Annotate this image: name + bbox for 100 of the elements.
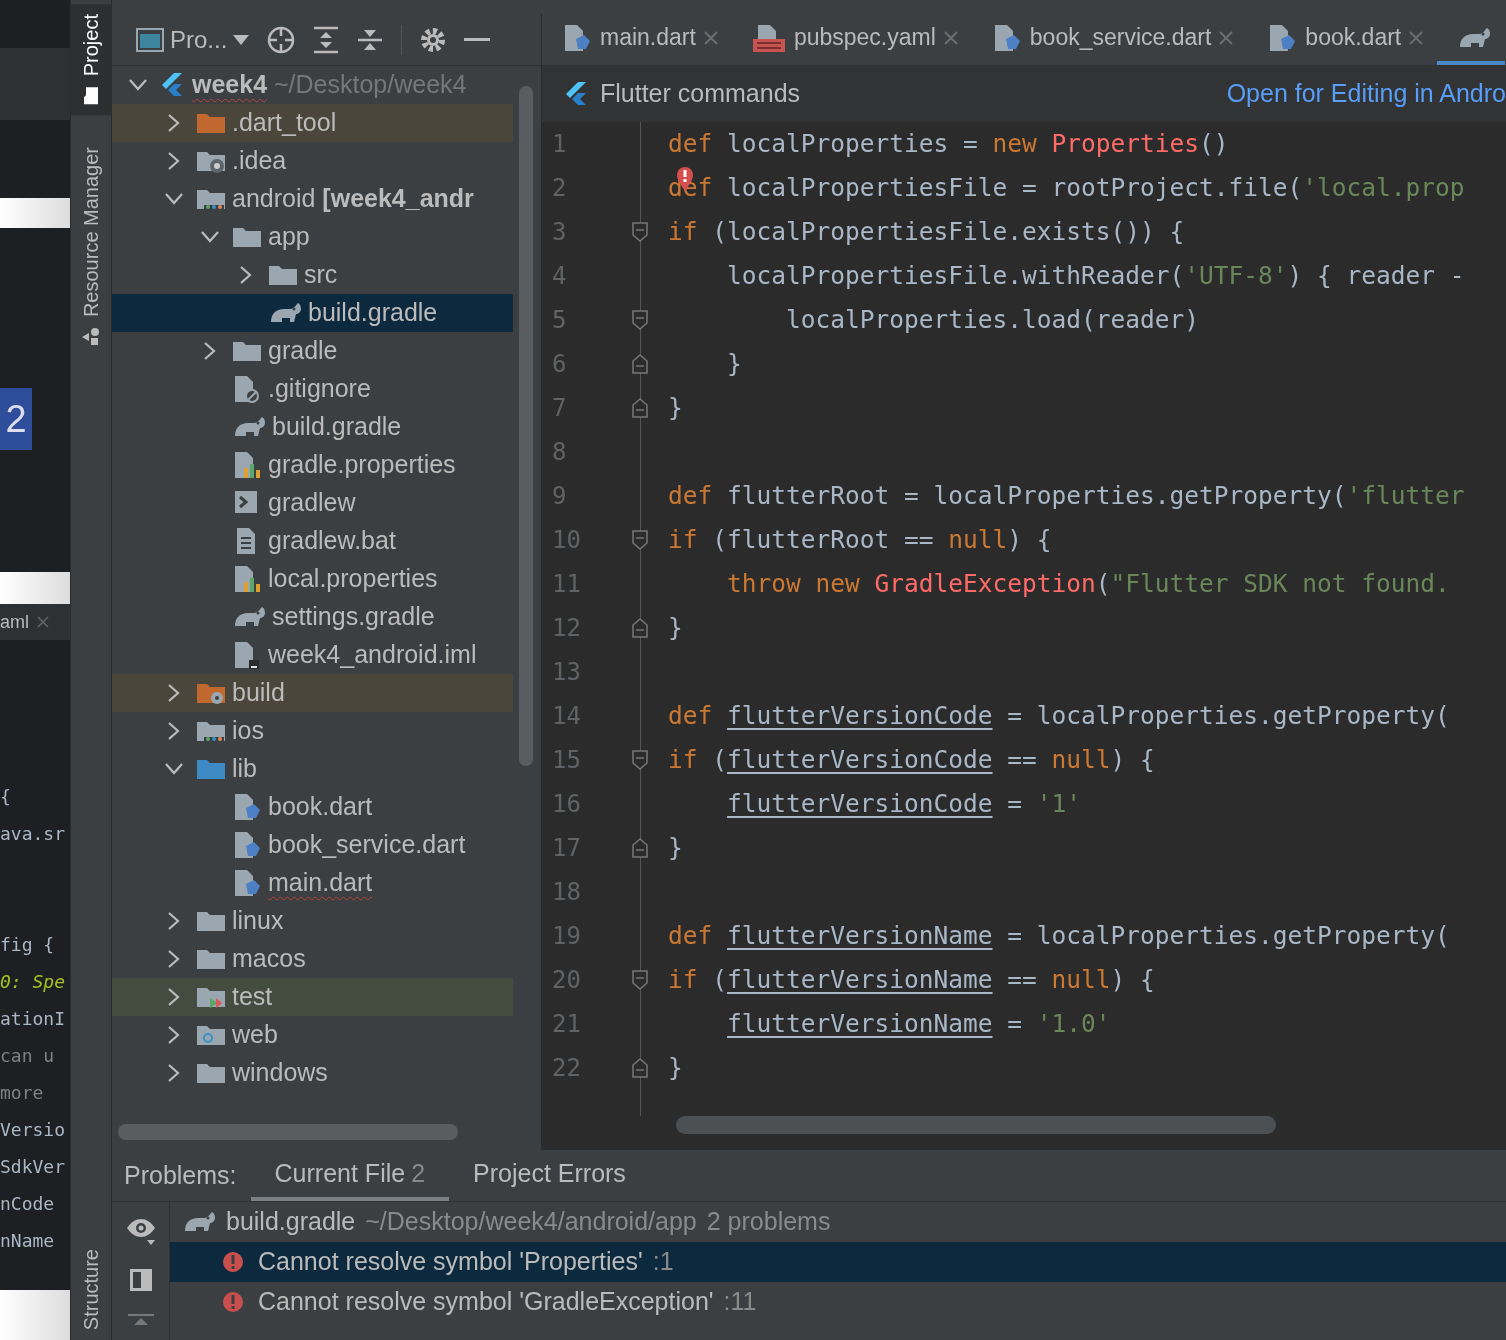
fold-marker-icon[interactable] xyxy=(632,354,648,374)
tree-item[interactable]: src xyxy=(112,256,513,294)
tool-window-tab[interactable]: Project xyxy=(71,4,111,116)
tree-item[interactable]: week4_android.iml xyxy=(112,636,513,674)
tree-item[interactable]: settings.gradle xyxy=(112,598,513,636)
window-edge xyxy=(0,198,70,228)
tree-item[interactable]: .dart_tool xyxy=(112,104,513,142)
tree-item[interactable]: linux xyxy=(112,902,513,940)
code-line: { xyxy=(0,785,12,809)
expand-all-icon xyxy=(313,25,340,54)
minimize-icon xyxy=(464,37,491,42)
fold-marker-icon[interactable] xyxy=(632,838,648,858)
close-icon xyxy=(1409,30,1424,45)
editor-tab[interactable]: aml xyxy=(0,604,70,640)
scrollbar[interactable] xyxy=(676,1116,1276,1134)
fold-marker-icon[interactable] xyxy=(632,222,648,242)
line-number: 6 xyxy=(551,349,568,380)
problem-item[interactable]: Cannot resolve symbol 'GradleException' :11 xyxy=(170,1282,1506,1322)
properties-file-icon xyxy=(232,564,262,594)
open-editor-link[interactable]: Open for Editing in Andro xyxy=(1226,75,1506,113)
caret-icon xyxy=(233,34,250,45)
code-line: localProperties.load(reader) xyxy=(785,303,1199,336)
tree-item[interactable]: local.properties xyxy=(112,560,513,598)
tool-window-tab[interactable]: Structure xyxy=(71,1238,111,1340)
dart-file-icon xyxy=(562,22,592,53)
line-number: 7 xyxy=(551,393,568,424)
editor-tab[interactable]: pubspec.yaml xyxy=(731,14,972,65)
fold-marker-icon[interactable] xyxy=(632,530,648,550)
tree-item[interactable]: macos xyxy=(112,940,513,978)
tree-item[interactable]: build.gradle xyxy=(112,408,513,446)
tree-item[interactable]: .idea xyxy=(112,142,513,180)
panel-title: Problems: xyxy=(123,1159,238,1191)
code-line: localPropertiesFile.withReader('UTF-8') { reader - xyxy=(726,259,1465,292)
problem-count: 2 problems xyxy=(706,1206,831,1238)
tree-item[interactable]: web xyxy=(112,1016,513,1054)
crosshair-icon xyxy=(267,25,296,54)
tree-item[interactable]: book.dart xyxy=(112,788,513,826)
tree-item[interactable]: test xyxy=(112,978,513,1016)
line-number: 2 xyxy=(551,173,568,204)
folder-icon xyxy=(81,86,101,106)
tree-item[interactable]: gradle xyxy=(112,332,513,370)
settings-icon xyxy=(420,26,447,53)
line-number: 20 xyxy=(551,965,582,996)
tree-item[interactable]: app xyxy=(112,218,513,256)
scrollbar[interactable] xyxy=(118,1124,458,1140)
module-file-icon xyxy=(232,640,262,670)
tool-window-tab[interactable]: Resource Manager xyxy=(71,137,111,357)
line-number: 3 xyxy=(551,217,568,248)
problem-file-row[interactable]: build.gradle ~/Desktop/week4/android/app 2 problems xyxy=(170,1202,1506,1242)
problems-tab[interactable]: Project Errors xyxy=(449,1150,650,1201)
tree-item[interactable]: gradle.properties xyxy=(112,446,513,484)
code-line: def flutterRoot = localProperties.getProperty('flutter xyxy=(667,479,1465,512)
tree-item[interactable]: lib xyxy=(112,750,513,788)
problem-item[interactable]: Cannot resolve symbol 'Properties' :1 xyxy=(170,1242,1506,1282)
line-number: 16 xyxy=(551,789,582,820)
view-selector[interactable]: Pro... xyxy=(136,21,250,58)
problems-tab[interactable]: Current File 2 xyxy=(250,1150,450,1201)
code-line: throw new GradleException("Flutter SDK not found. xyxy=(726,567,1450,600)
error-icon xyxy=(222,1291,244,1313)
eye-icon xyxy=(124,1216,157,1246)
tree-item[interactable]: android [week4_andr xyxy=(112,180,513,218)
window-edge xyxy=(0,1290,70,1340)
dart-file-icon xyxy=(232,830,262,860)
collapse-icon xyxy=(127,1314,154,1326)
editor-tab[interactable]: book.dart xyxy=(1247,14,1438,65)
editor-tab[interactable]: main.dart xyxy=(542,14,732,65)
fold-marker-icon[interactable] xyxy=(632,618,648,638)
fold-marker-icon[interactable] xyxy=(632,398,648,418)
tree-item[interactable]: main.dart xyxy=(112,864,513,902)
tree-item[interactable]: gradlew.bat xyxy=(112,522,513,560)
editor-tab[interactable]: book_service.dart xyxy=(971,14,1248,65)
line-number: 13 xyxy=(551,657,582,688)
code-line: if (localPropertiesFile.exists()) { xyxy=(667,215,1185,248)
code-line: } xyxy=(726,347,742,380)
number-badge: 2 xyxy=(0,388,32,450)
tree-item[interactable]: windows xyxy=(112,1054,513,1092)
tree-item[interactable]: ios xyxy=(112,712,513,750)
tree-item[interactable]: build.gradle xyxy=(112,294,513,332)
code-line: if (flutterRoot == null) { xyxy=(667,523,1052,556)
fold-marker-icon[interactable] xyxy=(632,1058,648,1078)
tree-item[interactable]: book_service.dart xyxy=(112,826,513,864)
code-line: more xyxy=(0,1081,45,1105)
code-line: ationI xyxy=(0,1007,67,1031)
code-line: can u xyxy=(0,1044,56,1068)
code-line: nName xyxy=(0,1229,56,1253)
fold-marker-icon[interactable] xyxy=(632,310,648,330)
code-line: flutterVersionCode = '1' xyxy=(726,787,1082,820)
line-number: 10 xyxy=(551,525,582,556)
fold-marker-icon[interactable] xyxy=(632,970,648,990)
tree-item[interactable]: .gitignore xyxy=(112,370,513,408)
tree-item[interactable]: gradlew xyxy=(112,484,513,522)
code-line: } xyxy=(667,1051,683,1084)
line-number: 17 xyxy=(551,833,582,864)
tree-item[interactable]: week4 ~/Desktop/week4 xyxy=(112,66,513,104)
scrollbar[interactable] xyxy=(519,86,533,766)
fold-marker-icon[interactable] xyxy=(632,750,648,770)
tree-item[interactable]: build xyxy=(112,674,513,712)
line-number: 12 xyxy=(551,613,582,644)
line-number: 8 xyxy=(551,437,568,468)
code-line: SdkVer xyxy=(0,1155,67,1179)
